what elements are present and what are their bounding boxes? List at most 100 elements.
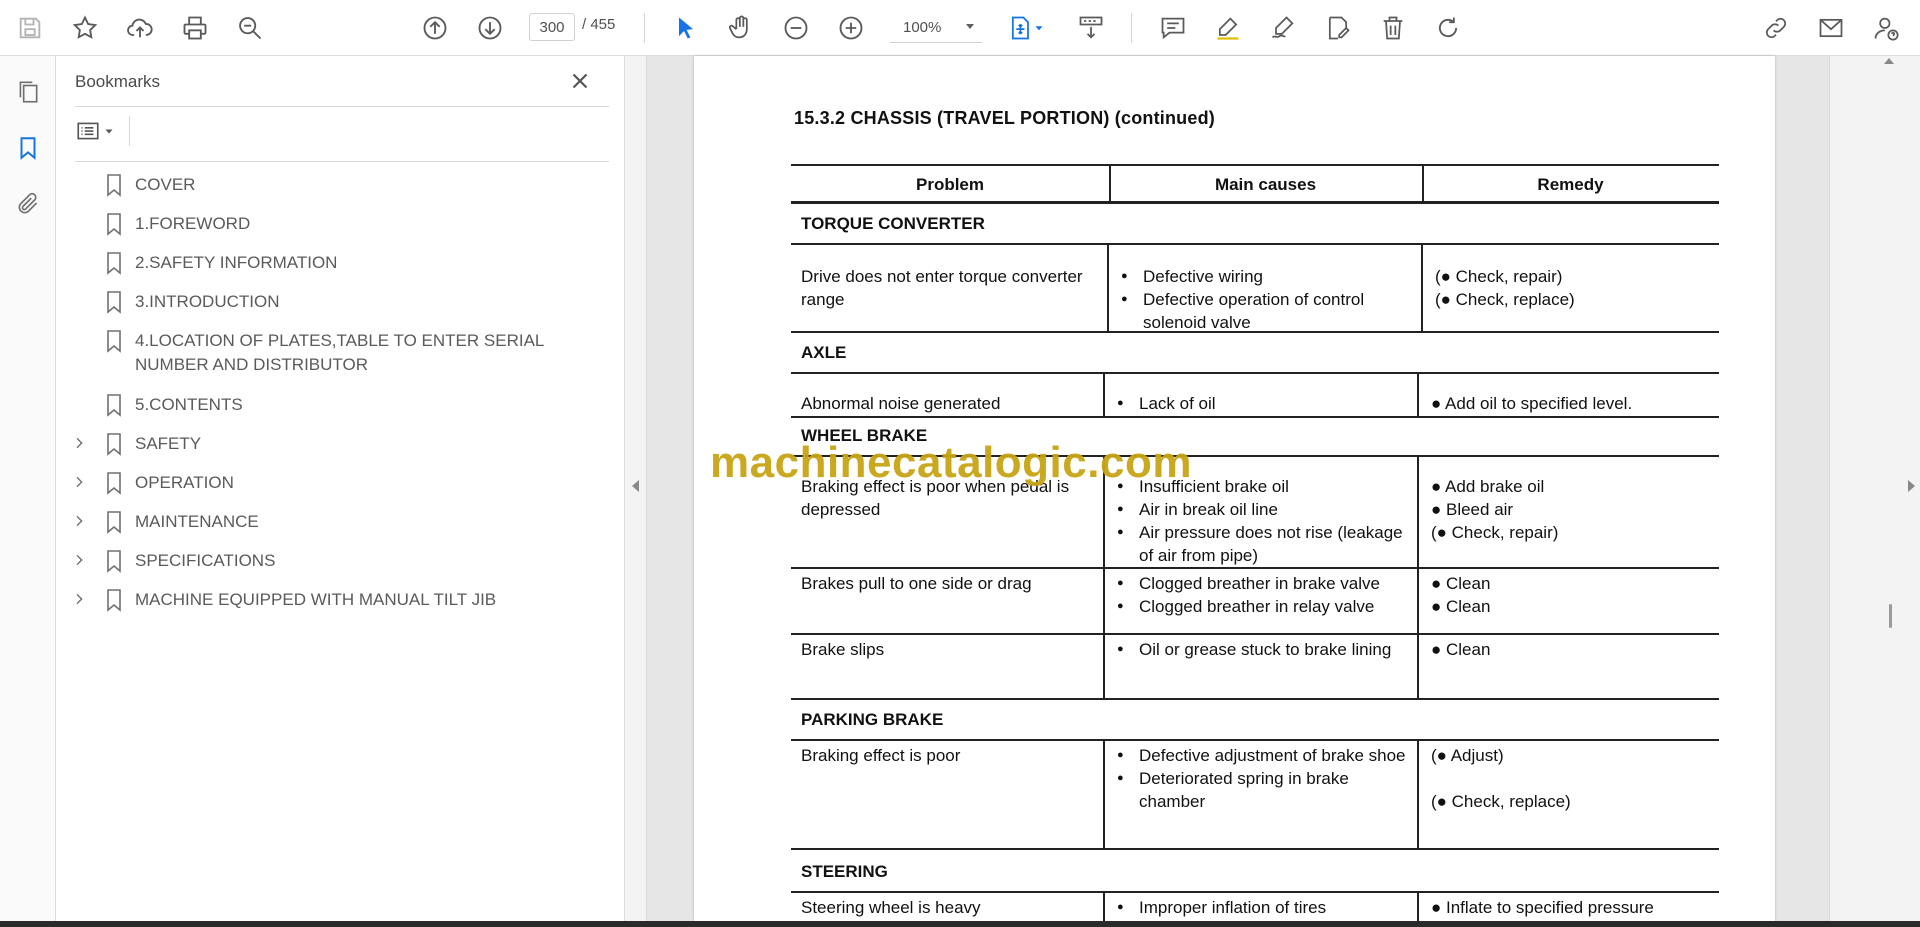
rotate-icon[interactable] xyxy=(1430,10,1466,46)
section-heading: AXLE xyxy=(801,343,847,362)
bookmarks-panel-title: Bookmarks xyxy=(75,72,161,91)
bookmark-item[interactable]: 3.INTRODUCTION xyxy=(57,290,617,314)
bookmark-item[interactable]: 4.LOCATION OF PLATES,TABLE TO ENTER SERI… xyxy=(57,329,617,377)
bookmark-item[interactable]: 1.FOREWORD xyxy=(57,212,617,236)
document-viewer[interactable]: 15.3.2 CHASSIS (TRAVEL PORTION) (continu… xyxy=(647,56,1829,926)
chevron-right-icon[interactable] xyxy=(67,510,91,532)
toolbar-divider xyxy=(1131,13,1132,43)
remedy-cell: ● Add brake oil ● Bleed air (● Check, repa… xyxy=(1431,475,1709,544)
problem-cell: Braking effect is poor xyxy=(801,746,961,765)
chevron-right-icon[interactable] xyxy=(67,471,91,493)
select-cursor-icon[interactable] xyxy=(668,10,704,46)
cloud-upload-icon[interactable] xyxy=(122,10,158,46)
remedy-cell: (● Adjust) (● Check, replace) xyxy=(1431,744,1709,813)
chevron-right-icon[interactable] xyxy=(67,432,91,454)
bookmarks-panel: Bookmarks COVER 1.FOREWORD 2.SAFETY INFORM… xyxy=(57,56,625,921)
comment-icon[interactable] xyxy=(1155,10,1191,46)
delete-icon[interactable] xyxy=(1375,10,1411,46)
bookmark-label: MAINTENANCE xyxy=(135,512,259,531)
close-icon[interactable] xyxy=(567,68,593,94)
problem-cell: Steering wheel is heavy xyxy=(801,898,981,917)
zoom-out-icon[interactable] xyxy=(778,10,814,46)
problem-cell: Brake slips xyxy=(801,640,885,659)
scrollbar-thumb[interactable] xyxy=(1889,604,1892,628)
chevron-spacer xyxy=(67,329,91,351)
table-column-rule xyxy=(1103,455,1105,698)
bookmark-label: SAFETY xyxy=(135,434,202,453)
account-help-icon[interactable] xyxy=(1868,10,1904,46)
zoom-in-icon[interactable] xyxy=(833,10,869,46)
remedy-item: ● Add oil to specified level. xyxy=(1431,394,1633,413)
bookmark-options-button[interactable] xyxy=(75,116,121,146)
causes-cell: Lack of oil xyxy=(1117,392,1407,415)
bookmark-icon xyxy=(105,471,123,495)
chevron-spacer xyxy=(67,290,91,312)
cause-item: Defective adjustment of brake shoe xyxy=(1117,744,1407,767)
chevron-right-icon[interactable] xyxy=(67,588,91,610)
next-page-icon[interactable] xyxy=(472,10,508,46)
bookmark-icon xyxy=(105,290,123,314)
remedy-item: ● Clean xyxy=(1431,640,1491,659)
remedy-item: (● Check, repair) xyxy=(1431,523,1559,542)
collapse-arrow-icon xyxy=(632,480,639,492)
hand-tool-icon[interactable] xyxy=(723,10,759,46)
bookmark-item[interactable]: SPECIFICATIONS xyxy=(57,549,617,573)
bookmarks-icon[interactable] xyxy=(12,132,44,164)
bookmark-item[interactable]: SAFETY xyxy=(57,432,617,456)
table-rule xyxy=(791,243,1719,245)
email-icon[interactable] xyxy=(1813,10,1849,46)
left-navigation-rail xyxy=(0,56,56,921)
remedy-item: (● Check, replace) xyxy=(1431,792,1571,811)
search-zoom-icon[interactable] xyxy=(232,10,268,46)
toolbar-divider xyxy=(644,13,645,43)
problem-cell: Abnormal noise generated xyxy=(801,394,1001,413)
right-panel-handle[interactable] xyxy=(1829,56,1920,921)
cause-item: Air in break oil line xyxy=(1117,498,1407,521)
left-panel-collapse-handle[interactable] xyxy=(625,56,647,921)
bookmark-label: 4.LOCATION OF PLATES,TABLE TO ENTER SERI… xyxy=(135,331,544,374)
zoom-level-select[interactable]: 100% xyxy=(890,13,982,43)
bookmark-label: OPERATION xyxy=(135,473,234,492)
remedy-cell: ● Add oil to specified level. xyxy=(1431,392,1709,415)
star-icon[interactable] xyxy=(67,10,103,46)
fill-sign-icon[interactable] xyxy=(1320,10,1356,46)
page-number-input[interactable]: 300 xyxy=(529,13,575,41)
causes-cell: Clogged breather in brake valveClogged b… xyxy=(1117,572,1407,618)
scroll-up-icon[interactable] xyxy=(1884,58,1894,64)
causes-cell: Oil or grease stuck to brake lining xyxy=(1117,638,1407,661)
chevron-right-icon[interactable] xyxy=(67,549,91,571)
pages-thumbnails-icon[interactable] xyxy=(12,76,44,108)
cause-item: Lack of oil xyxy=(1117,392,1407,415)
link-cloud-icon[interactable] xyxy=(1758,10,1794,46)
bookmark-item[interactable]: COVER xyxy=(57,173,617,197)
table-column-rule xyxy=(1107,243,1109,331)
bookmark-label: 1.FOREWORD xyxy=(135,214,251,233)
bookmark-item[interactable]: 2.SAFETY INFORMATION xyxy=(57,251,617,275)
scrolling-mode-icon[interactable] xyxy=(1073,10,1109,46)
bookmark-item[interactable]: 5.CONTENTS xyxy=(57,393,617,417)
save-icon[interactable] xyxy=(12,10,48,46)
column-header: Problem xyxy=(915,175,985,194)
remedy-item: ● Add brake oil xyxy=(1431,477,1545,496)
bookmark-icon xyxy=(105,393,123,417)
page-fit-dropdown-icon[interactable] xyxy=(1030,10,1048,46)
remedy-cell: ● Clean xyxy=(1431,638,1709,661)
draw-freehand-icon[interactable] xyxy=(1265,10,1301,46)
table-column-rule xyxy=(1417,372,1419,416)
print-icon[interactable] xyxy=(177,10,213,46)
zoom-level-value: 100% xyxy=(903,19,942,36)
chevron-down-icon xyxy=(105,129,113,134)
bookmark-item[interactable]: OPERATION xyxy=(57,471,617,495)
table-rule xyxy=(791,202,1719,204)
attachments-icon[interactable] xyxy=(12,188,44,220)
page-total: / 455 xyxy=(582,16,616,33)
table-column-rule xyxy=(1103,372,1105,416)
bookmark-icon xyxy=(105,251,123,275)
chevron-down-icon xyxy=(966,24,974,29)
bookmark-icon xyxy=(105,212,123,236)
bookmark-item[interactable]: MACHINE EQUIPPED WITH MANUAL TILT JIB xyxy=(57,588,617,612)
bookmark-item[interactable]: MAINTENANCE xyxy=(57,510,617,534)
section-heading: TORQUE CONVERTER xyxy=(801,214,985,233)
highlight-pen-icon[interactable] xyxy=(1210,10,1246,46)
previous-page-icon[interactable] xyxy=(417,10,453,46)
